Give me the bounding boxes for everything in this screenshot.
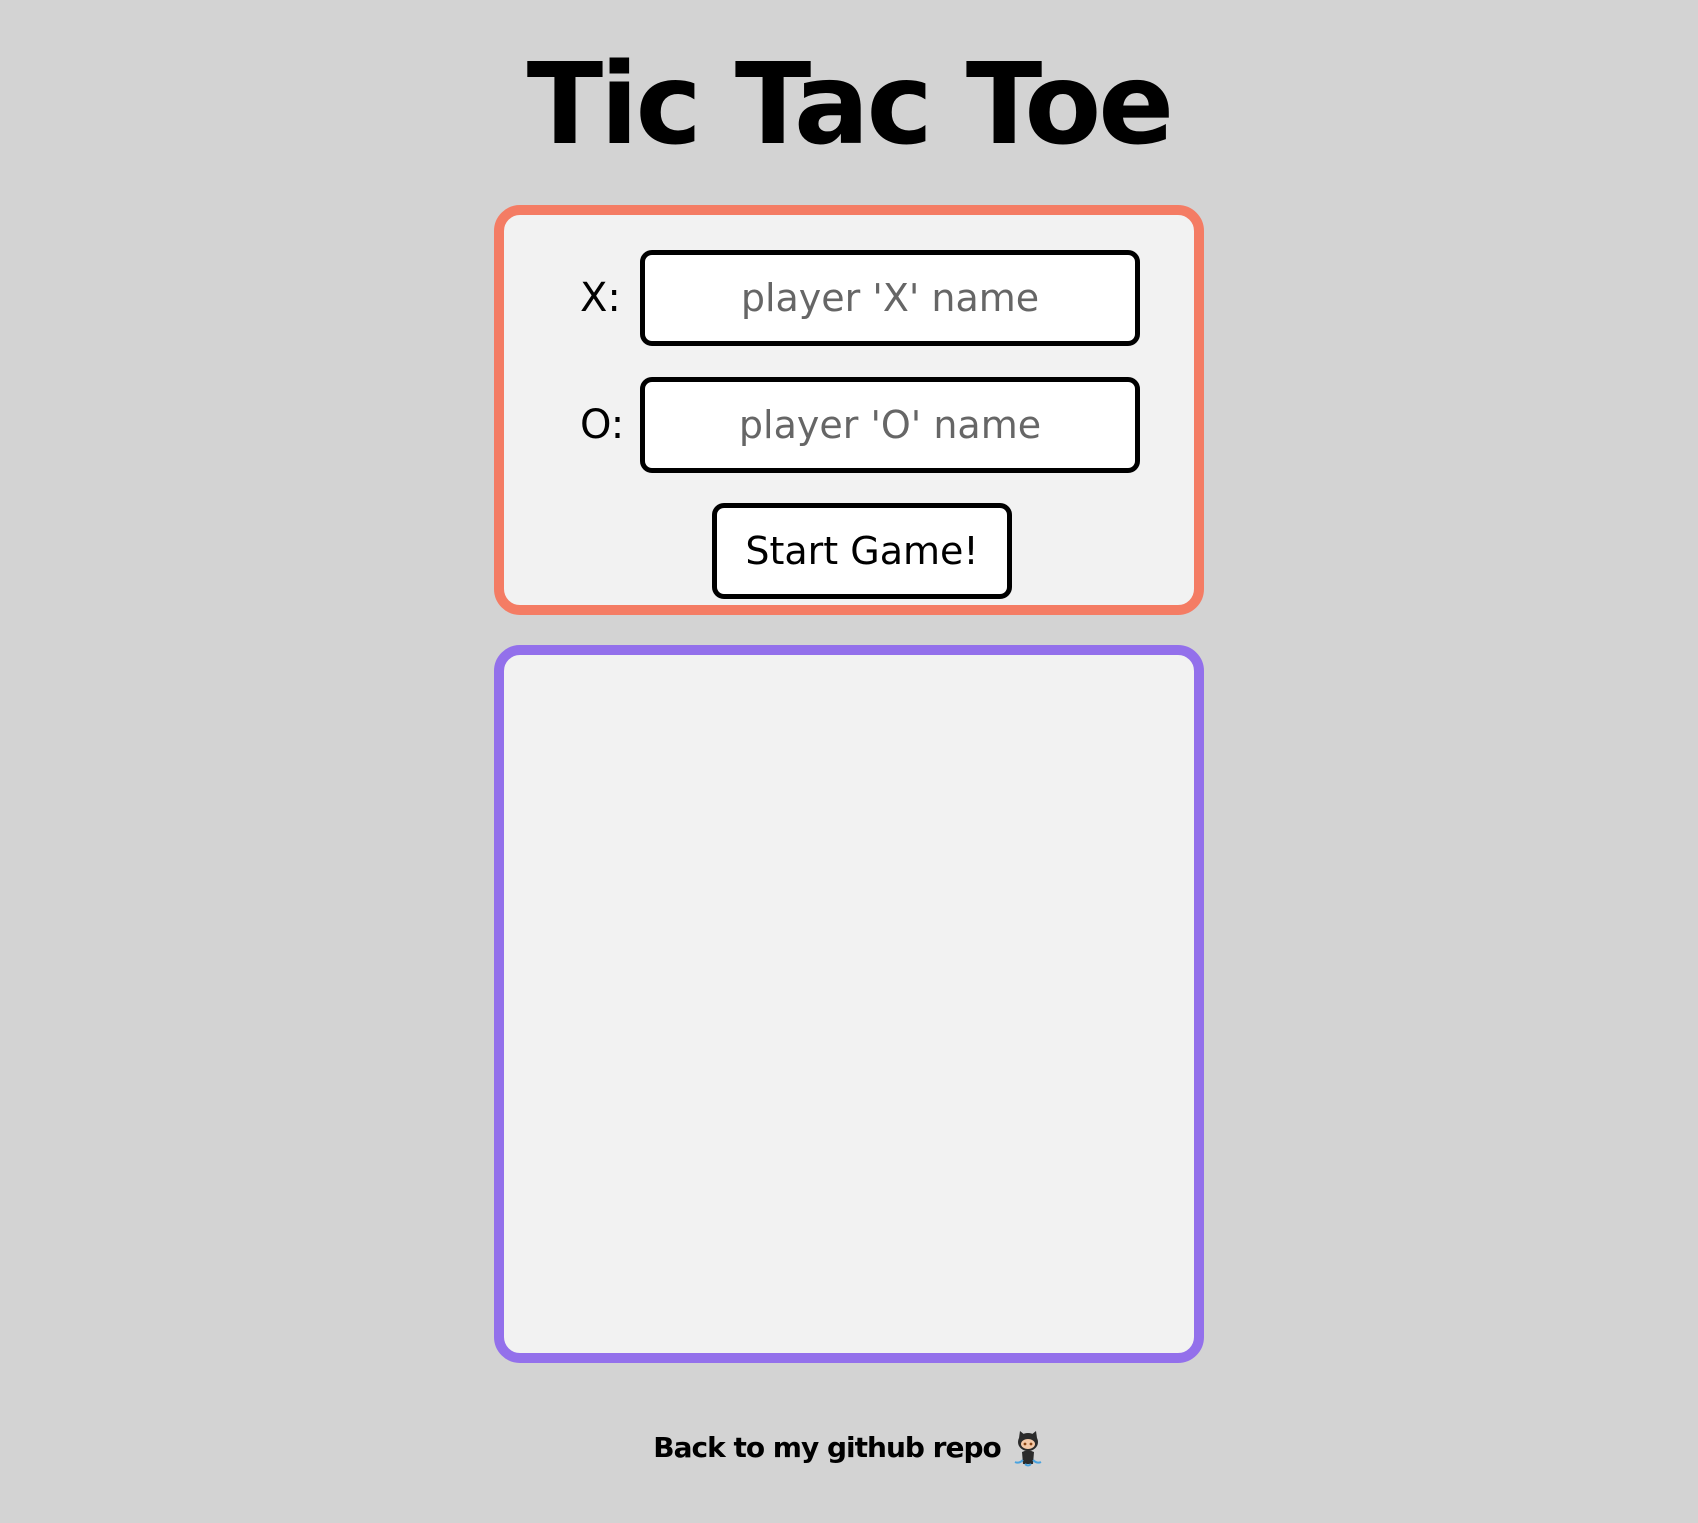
github-repo-link[interactable]: Back to my github repo xyxy=(0,1430,1698,1468)
player-x-name-input[interactable] xyxy=(640,250,1140,346)
game-board xyxy=(494,645,1204,1363)
start-game-button[interactable]: Start Game! xyxy=(712,503,1012,599)
player-x-label: X: xyxy=(580,275,621,321)
player-o-row: O: xyxy=(504,377,1194,473)
player-x-row: X: xyxy=(504,250,1194,346)
player-o-label: O: xyxy=(580,402,625,448)
github-repo-link-text: Back to my github repo xyxy=(653,1431,1002,1464)
player-setup-panel: X: O: Start Game! xyxy=(494,205,1204,615)
octocat-icon xyxy=(1011,1430,1045,1468)
page-title: Tic Tac Toe xyxy=(526,40,1175,170)
player-o-name-input[interactable] xyxy=(640,377,1140,473)
